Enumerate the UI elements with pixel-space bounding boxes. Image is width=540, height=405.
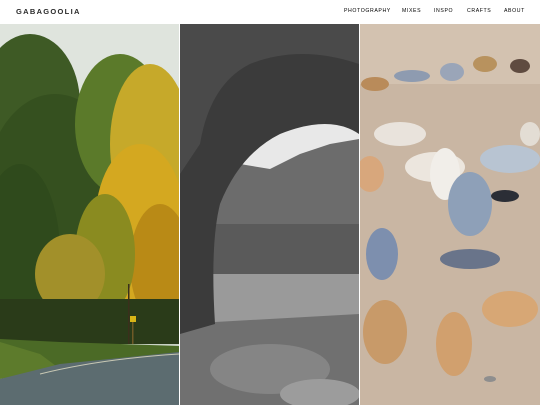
nav-mixes[interactable]: MIXES — [402, 8, 421, 14]
rock-arch-image — [180, 24, 359, 405]
nav-photography[interactable]: PHOTOGRAPHY — [344, 8, 391, 14]
photo-gallery — [0, 24, 540, 405]
nav-inspo[interactable]: INSPO — [434, 8, 453, 14]
site-header: GABAGOOLIA PHOTOGRAPHY MIXES INSPO CRAFT… — [0, 0, 540, 24]
autumn-road-image — [0, 24, 179, 405]
photo-rock-arch-bw[interactable] — [180, 24, 359, 405]
nav-crafts[interactable]: CRAFTS — [467, 8, 491, 14]
photo-bird-decoys-sand[interactable] — [360, 24, 540, 405]
photo-autumn-road[interactable] — [0, 24, 179, 405]
bird-decoys-image — [360, 24, 540, 405]
site-logo[interactable]: GABAGOOLIA — [16, 7, 81, 16]
nav-about[interactable]: ABOUT — [504, 8, 525, 14]
